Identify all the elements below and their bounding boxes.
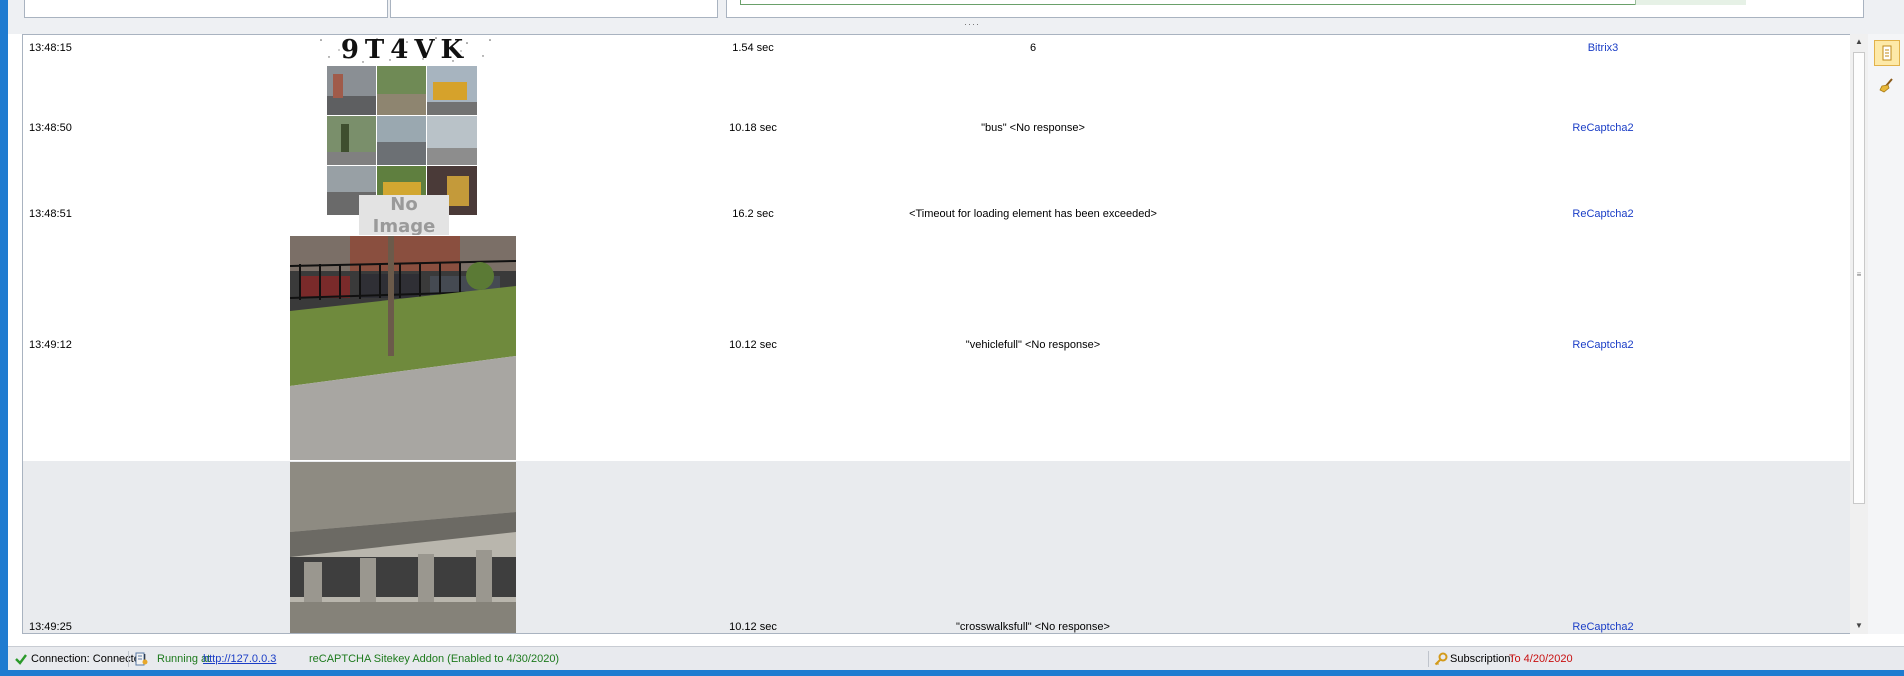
row-duration: 10.18 sec xyxy=(729,122,777,134)
status-bar: Connection: Connected Running at http://… xyxy=(8,646,1904,670)
filter-box-1[interactable] xyxy=(24,0,388,18)
filter-area: ···· xyxy=(8,0,1904,34)
recaptcha-grid-image xyxy=(327,66,477,215)
broom-icon xyxy=(1879,78,1893,93)
row-type[interactable]: ReCaptcha2 xyxy=(1523,207,1683,221)
table-row[interactable]: 13:48:50 10.18 sec "bus" <No response> R… xyxy=(23,65,1851,215)
filter-box-2[interactable] xyxy=(390,0,718,18)
grip-icon: ≡ xyxy=(1856,270,1862,279)
row-duration: 16.2 sec xyxy=(732,208,774,220)
row-answer: "crosswalksfull" <No response> xyxy=(956,621,1110,633)
table-row[interactable]: No Image 13:48:51 16.2 sec <Timeout for … xyxy=(23,195,1851,235)
scroll-up-icon[interactable]: ▲ xyxy=(1850,36,1868,48)
key-icon xyxy=(1434,652,1448,666)
no-image-text: No Image xyxy=(372,195,436,235)
table-row[interactable]: 13:49:12 10.12 sec "vehiclefull" <No res… xyxy=(23,235,1851,461)
table-row-selected[interactable]: 13:49:25 10.12 sec "crosswalksfull" <No … xyxy=(23,461,1851,633)
subscription-value: To 4/20/2020 xyxy=(1509,653,1573,665)
window-frame-bottom xyxy=(0,670,1904,676)
captcha-image: 9T4VK xyxy=(315,35,495,65)
filter-progress-segment xyxy=(1635,0,1746,5)
row-answer: "bus" <No response> xyxy=(981,122,1085,134)
row-answer: "vehiclefull" <No response> xyxy=(965,339,1101,351)
log-icon xyxy=(1882,45,1892,61)
status-divider xyxy=(1428,651,1429,667)
row-duration: 10.12 sec xyxy=(729,339,777,351)
table-row[interactable]: 13:48:15 9T4VK 1.54 sec 6 Bitrix3 xyxy=(23,35,1851,65)
log-view-button[interactable] xyxy=(1874,40,1900,66)
row-duration: 10.12 sec xyxy=(729,621,777,633)
row-type[interactable]: ReCaptcha2 xyxy=(1523,121,1683,135)
right-toolbar xyxy=(1868,34,1904,634)
captcha-log-grid: 13:48:15 9T4VK 1.54 sec 6 Bitrix3 13:48:… xyxy=(22,34,1852,634)
scrollbar-thumb[interactable]: ≡ xyxy=(1853,52,1865,504)
vertical-scrollbar[interactable]: ▲ ≡ ▼ xyxy=(1850,34,1868,634)
row-answer: <Timeout for loading element has been ex… xyxy=(909,208,1157,220)
row-duration: 1.54 sec xyxy=(732,42,774,54)
row-time: 13:48:15 xyxy=(29,42,72,54)
splitter-grip[interactable]: ···· xyxy=(964,20,980,29)
clear-log-button[interactable] xyxy=(1874,72,1900,98)
subscription-label: Subscription: xyxy=(1450,653,1514,665)
row-type[interactable]: ReCaptcha2 xyxy=(1523,338,1683,352)
row-time: 13:49:25 xyxy=(29,621,72,633)
window-frame-left xyxy=(0,0,8,676)
row-answer: 6 xyxy=(1029,42,1037,54)
no-image-placeholder: No Image xyxy=(359,195,449,235)
server-url-link[interactable]: http://127.0.0.3 xyxy=(203,653,276,665)
row-type[interactable]: ReCaptcha2 xyxy=(1523,620,1683,633)
check-icon xyxy=(15,654,27,665)
status-divider xyxy=(128,651,129,667)
row-type[interactable]: Bitrix3 xyxy=(1523,41,1683,55)
scroll-down-icon[interactable]: ▼ xyxy=(1850,620,1868,632)
row-time: 13:49:12 xyxy=(29,339,72,351)
server-icon xyxy=(135,652,148,666)
addon-status: reCAPTCHA Sitekey Addon (Enabled to 4/30… xyxy=(309,653,560,665)
row-time: 13:48:51 xyxy=(29,208,72,220)
overpass-photo xyxy=(290,462,516,633)
row-time: 13:48:50 xyxy=(29,122,72,134)
captcha-text: 9T4VK xyxy=(341,35,469,65)
street-photo xyxy=(290,236,516,460)
filter-progress-field xyxy=(740,0,1742,5)
